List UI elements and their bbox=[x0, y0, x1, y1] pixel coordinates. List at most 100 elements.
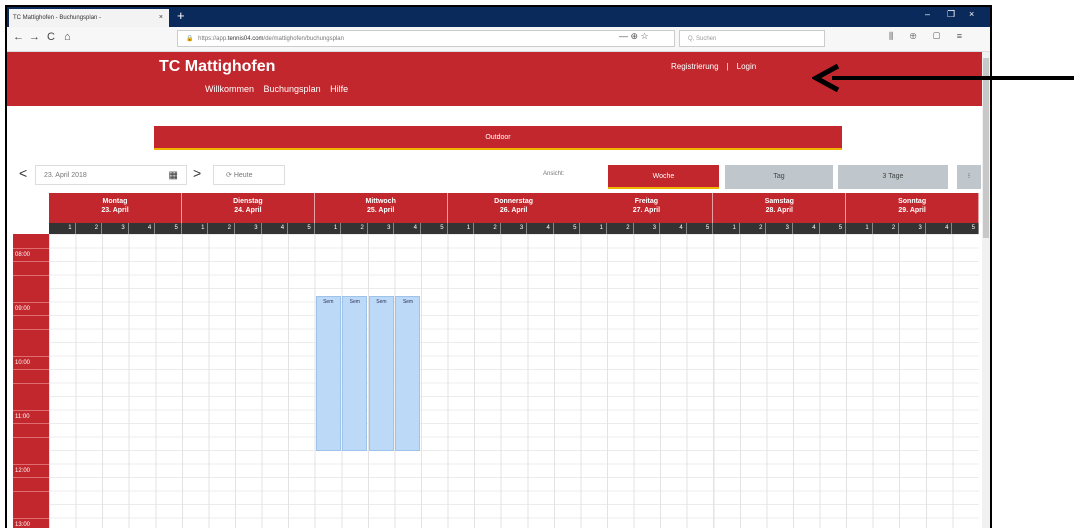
court-header: 5 bbox=[952, 223, 979, 234]
view-day-button[interactable]: Tag bbox=[725, 165, 833, 189]
booking-block[interactable]: Sem bbox=[342, 296, 368, 451]
next-week-button[interactable]: > bbox=[193, 165, 201, 181]
time-divider bbox=[13, 355, 49, 357]
prev-week-button[interactable]: < bbox=[19, 165, 27, 181]
court-header: 2 bbox=[872, 223, 900, 234]
minimize-button[interactable]: – bbox=[925, 9, 930, 19]
login-link[interactable]: Login bbox=[737, 62, 757, 71]
court-header: 3 bbox=[899, 223, 926, 234]
court-header: 2 bbox=[739, 223, 767, 234]
day-header[interactable]: Montag 23. April bbox=[49, 193, 182, 223]
time-divider bbox=[13, 382, 49, 384]
court-header: 1 bbox=[580, 223, 607, 234]
court-header: 4 bbox=[925, 223, 953, 234]
view-label: Ansicht: bbox=[543, 171, 565, 177]
nav-buchungsplan[interactable]: Buchungsplan bbox=[264, 84, 321, 94]
browser-tab[interactable]: TC Mattighofen - Buchungsplan - × bbox=[9, 9, 169, 27]
court-header: 1 bbox=[713, 223, 740, 234]
back-button[interactable]: ← bbox=[13, 31, 24, 43]
court-header: 1 bbox=[314, 223, 342, 234]
court-header: 1 bbox=[49, 223, 76, 234]
court-header: 1 bbox=[846, 223, 873, 234]
court-header: 5 bbox=[686, 223, 714, 234]
page-actions-icon[interactable]: — ⊕ ☆ bbox=[619, 31, 649, 42]
time-divider bbox=[13, 261, 49, 262]
lock-icon: 🔒 bbox=[186, 36, 194, 42]
time-label: 11:00 bbox=[15, 414, 30, 420]
court-header: 5 bbox=[421, 223, 448, 234]
tab-close-icon[interactable]: × bbox=[159, 9, 163, 27]
court-header: 4 bbox=[660, 223, 687, 234]
time-divider bbox=[13, 517, 49, 519]
court-header: 3 bbox=[633, 223, 661, 234]
time-label: 09:00 bbox=[15, 306, 31, 312]
court-header: 2 bbox=[341, 223, 368, 234]
court-header: 2 bbox=[75, 223, 103, 234]
day-header[interactable]: Mittwoch 25. April bbox=[314, 193, 448, 223]
court-header: 1 bbox=[181, 223, 209, 234]
day-header[interactable]: Dienstag 24. April bbox=[181, 193, 315, 223]
court-header: 5 bbox=[288, 223, 315, 234]
forward-button[interactable]: → bbox=[29, 31, 40, 43]
refresh-icon: ⟳ bbox=[226, 172, 232, 179]
time-divider bbox=[13, 369, 49, 370]
nav-willkommen[interactable]: Willkommen bbox=[205, 84, 254, 94]
court-header: 3 bbox=[500, 223, 528, 234]
court-header: 3 bbox=[102, 223, 129, 234]
court-header: 2 bbox=[208, 223, 235, 234]
time-divider bbox=[13, 436, 49, 438]
scrollbar[interactable] bbox=[982, 52, 990, 528]
booking-block[interactable]: Sem bbox=[315, 296, 341, 451]
home-icon[interactable]: ⌂ bbox=[64, 31, 71, 43]
view-3days-button[interactable]: 3 Tage bbox=[838, 165, 948, 189]
date-value: 23. April 2018 bbox=[44, 172, 87, 179]
view-more-button[interactable]: ⁝ bbox=[957, 165, 981, 189]
nav-hilfe[interactable]: Hilfe bbox=[330, 84, 348, 94]
toolbar-icons[interactable]: ⫼ ⊕ ▢ ≡ bbox=[889, 31, 969, 42]
day-header[interactable]: Freitag 27. April bbox=[580, 193, 714, 223]
view-week-button[interactable]: Woche bbox=[608, 165, 719, 189]
calendar-icon[interactable]: ▦ bbox=[169, 166, 178, 186]
today-button[interactable]: ⟳ Heute bbox=[213, 165, 285, 185]
time-divider bbox=[13, 477, 49, 478]
court-header: 4 bbox=[128, 223, 156, 234]
site-nav: Willkommen Buchungsplan Hilfe bbox=[205, 84, 355, 94]
time-divider bbox=[13, 463, 49, 465]
court-header: 3 bbox=[367, 223, 395, 234]
court-header: 2 bbox=[474, 223, 501, 234]
url-text: https://app.tennis04.com/de/mattighofen/… bbox=[198, 36, 344, 42]
register-link[interactable]: Registrierung bbox=[671, 62, 719, 71]
day-header[interactable]: Sonntag 29. April bbox=[846, 193, 980, 223]
court-header-row: 12345123451234512345123451234512345 bbox=[49, 223, 979, 234]
day-header[interactable]: Donnerstag 26. April bbox=[447, 193, 581, 223]
calendar-controls: < 23. April 2018 ▦ > ⟳ Heute Ansicht: Wo… bbox=[7, 160, 990, 189]
booking-block[interactable]: Sem bbox=[395, 296, 421, 451]
annotation-arrow-icon bbox=[812, 64, 1074, 92]
court-header: 4 bbox=[261, 223, 289, 234]
booking-block[interactable]: Sem bbox=[368, 296, 394, 451]
time-divider bbox=[13, 328, 49, 330]
time-column: 08:00 09:00 10:00 11:00 12:00 13:00 bbox=[13, 234, 49, 528]
court-header: 3 bbox=[235, 223, 262, 234]
auth-links: Registrierung | Login bbox=[671, 62, 756, 71]
day-header[interactable]: Samstag 28. April bbox=[713, 193, 847, 223]
court-header: 4 bbox=[793, 223, 820, 234]
reload-button[interactable]: C bbox=[47, 31, 55, 43]
court-header: 5 bbox=[553, 223, 581, 234]
search-input[interactable]: Q, Suchen bbox=[679, 30, 825, 47]
maximize-button[interactable]: ❐ bbox=[947, 9, 955, 20]
close-window-button[interactable]: × bbox=[969, 9, 974, 19]
time-divider bbox=[13, 301, 49, 303]
url-bar[interactable]: 🔒 https://app.tennis04.com/de/mattighofe… bbox=[177, 30, 675, 47]
site-title[interactable]: TC Mattighofen bbox=[159, 58, 275, 76]
day-header-row: Montag 23. April Dienstag 24. April Mittwo… bbox=[49, 193, 980, 223]
court-header: 5 bbox=[155, 223, 182, 234]
date-input[interactable]: 23. April 2018 ▦ bbox=[35, 165, 187, 185]
court-header: 1 bbox=[447, 223, 475, 234]
auth-separator: | bbox=[726, 62, 729, 71]
outdoor-tab[interactable]: Outdoor bbox=[154, 126, 842, 150]
calendar-grid[interactable]: Sem Sem Sem Sem bbox=[49, 234, 979, 528]
new-tab-button[interactable]: + bbox=[177, 8, 185, 24]
time-label: 12:00 bbox=[15, 468, 31, 474]
court-header: 4 bbox=[394, 223, 421, 234]
